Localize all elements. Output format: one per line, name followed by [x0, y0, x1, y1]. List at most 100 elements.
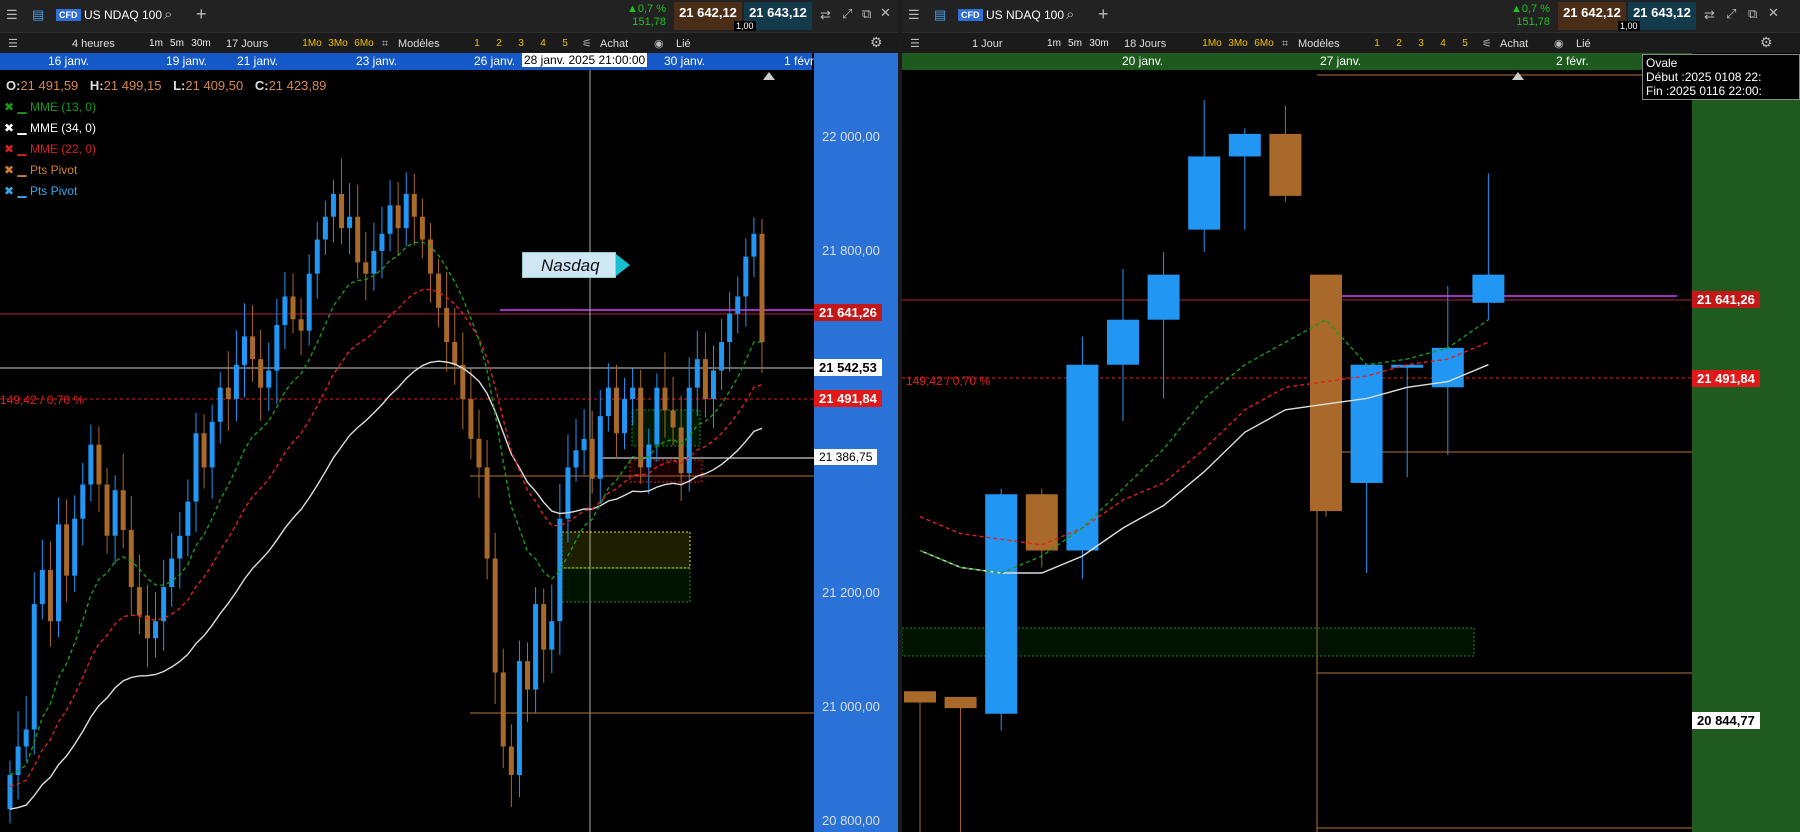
candle-body	[427, 239, 433, 274]
candle-body	[1391, 364, 1424, 368]
candle-body	[47, 569, 53, 622]
candle-body	[476, 438, 482, 468]
candle-body	[347, 216, 353, 229]
candle-body	[7, 775, 13, 810]
nasdaq-annotation[interactable]: Nasdaq	[522, 252, 616, 278]
candle-body	[96, 444, 102, 485]
candle-body	[217, 387, 223, 422]
candle-body	[128, 530, 134, 588]
candle-body	[1025, 494, 1058, 551]
candle-body	[120, 490, 126, 531]
candle-body	[112, 490, 118, 536]
candle-body	[516, 661, 522, 776]
candle-body	[613, 387, 619, 434]
candle-body	[589, 438, 595, 479]
candle-body	[622, 399, 628, 434]
candle-body	[630, 387, 636, 400]
candle-body	[1350, 364, 1383, 483]
candle-body	[1107, 319, 1139, 365]
candle-body	[250, 336, 256, 360]
previous-close-tag: 21 491,84	[1692, 370, 1760, 387]
candle-body	[282, 296, 288, 325]
candle-body	[177, 535, 183, 559]
previous-close-tag: 21 491,84	[814, 390, 882, 407]
candle-body	[56, 524, 62, 622]
candle-body	[670, 410, 676, 428]
candle-body	[387, 205, 393, 234]
candle-body	[605, 387, 611, 417]
annotation-arrow-icon	[616, 254, 630, 276]
legend-item[interactable]: ✖ ▁ Pts Pivot	[4, 163, 77, 177]
right-candlestick-chart[interactable]	[902, 0, 1800, 832]
candle-body	[686, 387, 692, 474]
candle-body	[444, 307, 450, 343]
candle-body	[31, 604, 37, 730]
candle-body	[597, 416, 603, 479]
candle-body	[694, 359, 700, 388]
candle-body	[710, 370, 716, 400]
scroll-marker-icon	[1512, 72, 1524, 80]
candle-body	[201, 433, 207, 468]
candle-body	[153, 621, 159, 639]
change-annotation: 149,42 / 0,70 %	[906, 374, 991, 388]
candle-body	[104, 484, 110, 536]
candle-body	[241, 336, 247, 365]
right-chart-panel: ☰ ▤ CFD US NDAQ 100 ⌕ + ▲0,7 % 151,78 21…	[902, 0, 1800, 832]
legend-item[interactable]: ✖ ▁ MME (13, 0)	[4, 100, 96, 114]
candle-body	[654, 387, 660, 445]
candle-body	[1472, 274, 1505, 303]
candle-body	[743, 256, 749, 297]
candle-body	[500, 672, 506, 747]
candle-body	[23, 729, 29, 747]
current-price-tag: 21 641,26	[814, 304, 882, 321]
low-price-tag: 20 844,77	[1692, 712, 1760, 729]
candle-body	[363, 262, 369, 274]
candle-body	[72, 518, 78, 576]
demand-zone	[561, 567, 691, 603]
scroll-marker-icon	[763, 72, 775, 80]
left-candlestick-chart[interactable]	[0, 0, 898, 832]
legend-item[interactable]: ✖ ▁ Pts Pivot	[4, 184, 77, 198]
candle-body	[468, 399, 474, 439]
candle-body	[533, 604, 539, 690]
candle-body	[339, 193, 345, 229]
candle-body	[274, 324, 280, 371]
candle-body	[1066, 364, 1099, 551]
candle-body	[314, 239, 320, 274]
crosshair-price-tag: 21 542,53	[814, 359, 882, 376]
candle-body	[64, 524, 70, 576]
candle-body	[1147, 274, 1180, 320]
candle-body	[1310, 274, 1342, 512]
candle-body	[1269, 133, 1302, 196]
candle-body	[452, 342, 458, 365]
left-price-axis[interactable]	[814, 53, 898, 832]
candle-body	[557, 518, 563, 622]
candle-body	[379, 233, 385, 251]
candle-body	[904, 691, 936, 703]
line-price-tag: 21 386,75	[814, 449, 878, 465]
candle-body	[735, 296, 741, 314]
candle-body	[371, 250, 377, 274]
candle-body	[678, 427, 684, 474]
candle-body	[209, 421, 215, 468]
candle-body	[225, 387, 231, 400]
price-axis-label: 20 800,00	[822, 812, 880, 828]
candle-body	[751, 233, 757, 257]
candle-body	[290, 296, 296, 320]
price-axis-label: 22 000,00	[822, 128, 880, 144]
candle-body	[573, 450, 579, 468]
candle-body	[549, 621, 555, 650]
candle-body	[330, 193, 336, 217]
candle-body	[508, 746, 514, 776]
candle-body	[193, 433, 199, 502]
candle-body	[80, 484, 86, 519]
candle-body	[419, 216, 425, 240]
candle-body	[638, 387, 644, 468]
candle-body	[492, 558, 498, 673]
candle-body	[298, 319, 304, 331]
current-price-tag: 21 641,26	[1692, 291, 1760, 308]
candle-body	[161, 587, 167, 622]
price-axis-label: 21 200,00	[822, 584, 880, 600]
legend-item[interactable]: ✖ ▁ MME (34, 0)	[4, 121, 96, 135]
legend-item[interactable]: ✖ ▁ MME (22, 0)	[4, 142, 96, 156]
